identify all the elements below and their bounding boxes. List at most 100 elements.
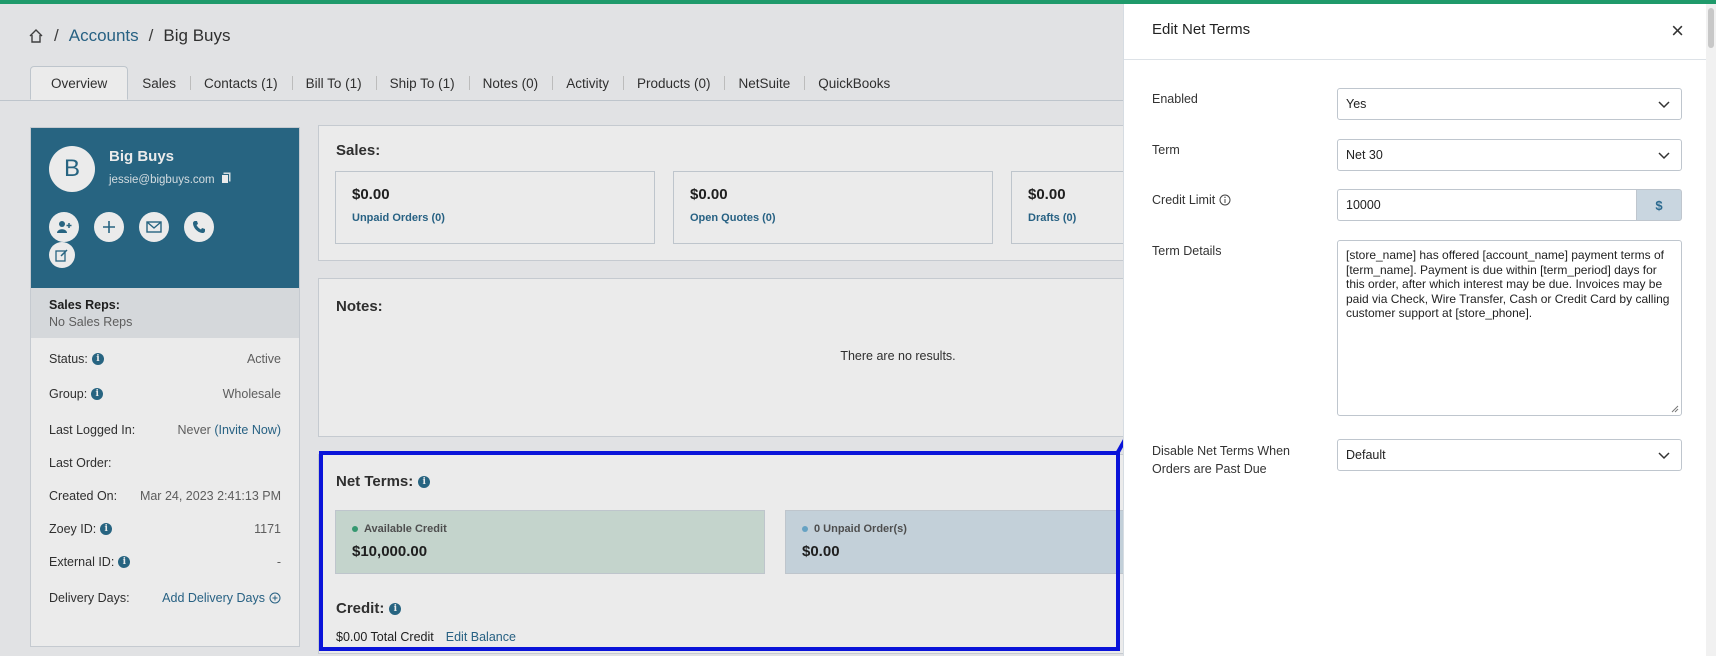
phone-button[interactable] bbox=[184, 212, 214, 242]
disable-net-terms-select[interactable]: Default bbox=[1337, 439, 1682, 471]
external-id-value: - bbox=[276, 555, 281, 569]
credit-limit-label: Credit Limit bbox=[1152, 193, 1216, 207]
tab-quickbooks[interactable]: QuickBooks bbox=[804, 66, 904, 100]
group-row: Group: i Wholesale bbox=[49, 387, 281, 401]
drafts-link[interactable]: Drafts (0) bbox=[1028, 212, 1076, 224]
home-icon[interactable] bbox=[28, 28, 44, 44]
info-icon[interactable] bbox=[1219, 194, 1231, 206]
info-icon[interactable]: i bbox=[91, 388, 104, 400]
sales-reps-title: Sales Reps: bbox=[49, 298, 120, 312]
status-label: Status: bbox=[49, 352, 88, 366]
unpaid-orders-link[interactable]: Unpaid Orders (0) bbox=[352, 212, 445, 224]
tab-activity[interactable]: Activity bbox=[552, 66, 623, 100]
scrollbar-thumb[interactable] bbox=[1708, 8, 1714, 48]
tab-notes[interactable]: Notes (0) bbox=[468, 66, 553, 100]
add-delivery-days-link[interactable]: Add Delivery Days bbox=[162, 591, 281, 605]
term-label: Term bbox=[1152, 143, 1180, 157]
credit-limit-label-row: Credit Limit bbox=[1152, 191, 1231, 209]
tab-ship-to[interactable]: Ship To (1) bbox=[375, 66, 469, 100]
open-quotes-link[interactable]: Open Quotes (0) bbox=[690, 212, 776, 224]
created-label: Created On: bbox=[49, 489, 118, 503]
drawer-scrollbar[interactable] bbox=[1706, 4, 1716, 656]
account-tabs: Overview Sales Contacts (1) Bill To (1) … bbox=[30, 66, 904, 100]
notes-panel: Notes: There are no results. bbox=[318, 278, 1138, 437]
term-select[interactable]: Net 30 bbox=[1337, 139, 1682, 171]
add-button[interactable] bbox=[94, 212, 124, 242]
last-order-label: Last Order: bbox=[49, 456, 112, 470]
resize-grip-icon[interactable] bbox=[1670, 404, 1679, 413]
available-credit-box: Available Credit $10,000.00 bbox=[335, 510, 765, 574]
info-icon[interactable]: i bbox=[91, 353, 104, 365]
net-terms-title-row: Net Terms: i bbox=[336, 473, 431, 490]
edit-net-terms-drawer: Edit Net Terms × Enabled Yes Term Net 30… bbox=[1123, 4, 1716, 656]
unpaid-orders-count-label: 0 Unpaid Order(s) bbox=[814, 523, 907, 535]
invite-now-link[interactable]: (Invite Now) bbox=[214, 423, 281, 437]
enabled-label: Enabled bbox=[1152, 92, 1198, 106]
available-credit-label: Available Credit bbox=[364, 523, 447, 535]
copy-icon[interactable] bbox=[220, 172, 231, 187]
sales-panel: Sales: $0.00 Unpaid Orders (0) $0.00 Ope… bbox=[318, 125, 1151, 261]
unpaid-orders-box: 0 Unpaid Order(s) $0.00 bbox=[785, 510, 1145, 574]
add-contact-button[interactable] bbox=[49, 212, 79, 242]
term-details-text: [store_name] has offered [account_name] … bbox=[1346, 248, 1670, 320]
enabled-select-value: Yes bbox=[1346, 97, 1367, 111]
net-terms-panel: Net Terms: i Available Credit $10,000.00… bbox=[318, 454, 1145, 654]
tab-bill-to[interactable]: Bill To (1) bbox=[291, 66, 376, 100]
sales-title: Sales: bbox=[336, 142, 381, 159]
plus-circle-icon bbox=[269, 592, 281, 604]
email-button[interactable] bbox=[139, 212, 169, 242]
credit-line: $0.00 Total Credit Edit Balance bbox=[336, 630, 516, 644]
delivery-days-label: Delivery Days: bbox=[49, 591, 130, 605]
chevron-down-icon bbox=[1658, 101, 1670, 109]
net-terms-title: Net Terms: bbox=[336, 473, 414, 490]
delivery-days-row: Delivery Days: Add Delivery Days bbox=[49, 591, 281, 605]
chevron-down-icon bbox=[1658, 452, 1670, 460]
credit-title: Credit: bbox=[336, 600, 385, 617]
account-email-row: jessie@bigbuys.com bbox=[109, 172, 231, 187]
breadcrumb-current: Big Buys bbox=[163, 26, 231, 45]
last-logged-row: Last Logged In: Never (Invite Now) bbox=[49, 423, 281, 437]
last-logged-label: Last Logged In: bbox=[49, 423, 136, 437]
info-icon[interactable]: i bbox=[118, 556, 131, 568]
credit-limit-input-group: 10000 $ bbox=[1337, 189, 1682, 221]
tab-contacts[interactable]: Contacts (1) bbox=[190, 66, 292, 100]
credit-title-row: Credit: i bbox=[336, 600, 402, 617]
status-value: Active bbox=[246, 352, 281, 366]
account-summary-card: B Big Buys jessie@bigbuys.com Sales Reps… bbox=[30, 127, 300, 647]
tab-overview[interactable]: Overview bbox=[30, 66, 129, 100]
account-name: Big Buys bbox=[109, 148, 175, 165]
last-order-row: Last Order: bbox=[49, 456, 281, 470]
info-icon[interactable]: i bbox=[100, 523, 113, 535]
sales-reps-section: Sales Reps: No Sales Reps bbox=[31, 288, 299, 338]
notes-title: Notes: bbox=[336, 298, 383, 315]
drawer-title: Edit Net Terms bbox=[1152, 21, 1251, 38]
tab-products[interactable]: Products (0) bbox=[622, 66, 725, 100]
edit-account-button[interactable] bbox=[49, 242, 75, 268]
enabled-select[interactable]: Yes bbox=[1337, 88, 1682, 120]
profile-header: B Big Buys jessie@bigbuys.com bbox=[31, 128, 299, 288]
group-value: Wholesale bbox=[222, 387, 281, 401]
avatar: B bbox=[49, 146, 95, 192]
open-quotes-stat[interactable]: $0.00 Open Quotes (0) bbox=[673, 171, 993, 244]
breadcrumb-accounts-link[interactable]: Accounts bbox=[69, 26, 139, 46]
term-details-textarea[interactable]: [store_name] has offered [account_name] … bbox=[1337, 240, 1682, 416]
breadcrumb-separator: / bbox=[54, 26, 59, 45]
term-select-value: Net 30 bbox=[1346, 148, 1383, 162]
available-credit-dot bbox=[352, 526, 358, 532]
chevron-down-icon bbox=[1658, 152, 1670, 160]
credit-limit-input[interactable]: 10000 bbox=[1337, 189, 1636, 221]
notes-empty-message: There are no results. bbox=[840, 349, 956, 363]
last-logged-value: Never bbox=[177, 423, 211, 437]
tab-netsuite[interactable]: NetSuite bbox=[724, 66, 804, 100]
unpaid-orders-dot bbox=[802, 526, 808, 532]
close-icon[interactable]: × bbox=[1671, 20, 1684, 42]
unpaid-orders-stat[interactable]: $0.00 Unpaid Orders (0) bbox=[335, 171, 655, 244]
breadcrumb: / Accounts / Big Buys bbox=[28, 26, 231, 46]
drafts-amount: $0.00 bbox=[1028, 186, 1066, 203]
info-icon[interactable]: i bbox=[418, 475, 431, 488]
info-icon[interactable]: i bbox=[389, 602, 402, 615]
tab-sales[interactable]: Sales bbox=[128, 66, 190, 100]
edit-balance-link[interactable]: Edit Balance bbox=[446, 630, 516, 644]
disable-net-terms-value: Default bbox=[1346, 448, 1386, 462]
unpaid-orders-amount: $0.00 bbox=[352, 186, 390, 203]
